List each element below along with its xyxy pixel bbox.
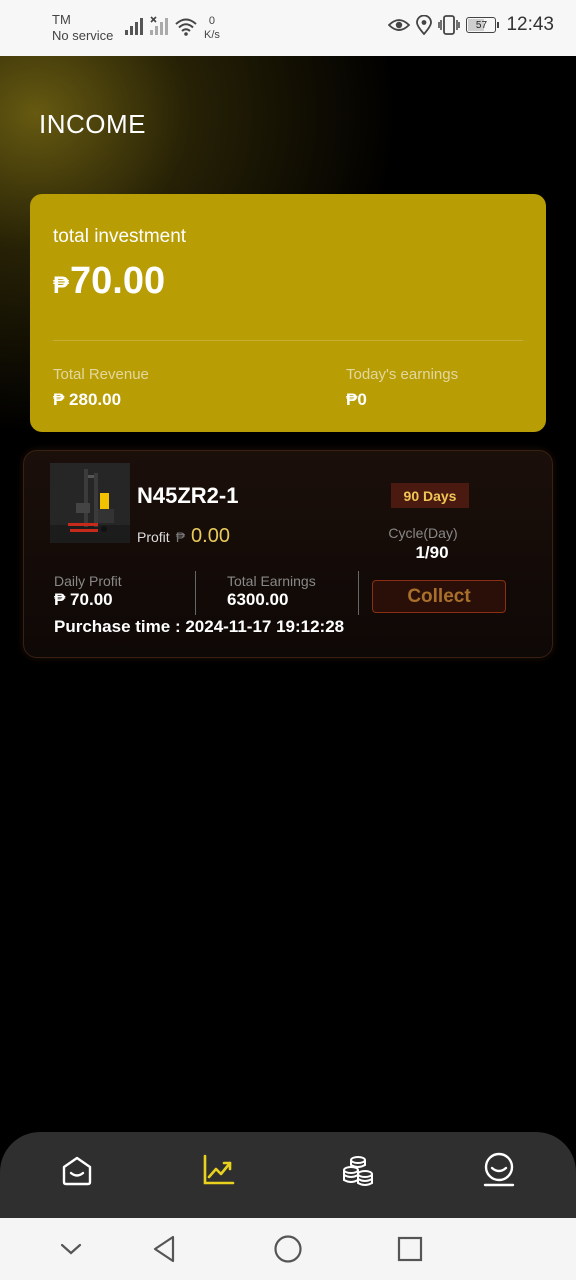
daily-profit-label: Daily Profit [54,573,122,589]
column-divider [358,571,359,615]
product-image [50,463,130,543]
profit-currency: ₱ [175,529,186,545]
battery-level: 57 [475,19,488,31]
profit-value: 0.00 [191,525,230,547]
system-nav-bar [0,1218,576,1280]
total-investment-label: total investment [53,226,187,247]
tab-home[interactable] [57,1150,97,1190]
column-divider [195,571,196,615]
app-screen: INCOME total investment ₱ 70.00 Total Re… [0,56,576,1218]
clock: 12:43 [506,14,554,35]
cycle-label: Cycle(Day) [388,525,458,541]
tab-profile[interactable] [479,1150,519,1190]
back-icon[interactable] [148,1232,182,1266]
signal-icon [125,18,143,35]
location-icon [416,15,433,35]
signal-no-service-icon [150,16,168,35]
todays-earnings-value: ₱0 [346,390,367,409]
coins-icon [343,1156,373,1186]
recents-icon[interactable] [393,1232,427,1266]
duration-badge: 90 Days [391,483,469,508]
wifi-icon [175,18,197,36]
product-name: N45ZR2-1 [137,483,239,508]
net-speed-unit: K/s [204,29,220,41]
purchase-time: Purchase time : 2024-11-17 19:12:28 [54,617,345,636]
carrier-status: No service [52,28,114,43]
cycle-value: 1/90 [415,543,449,562]
daily-profit-value: ₱ 70.00 [54,590,113,609]
product-card: N45ZR2-1 Profit ₱ 0.00 90 Days Cycle(Day… [23,450,553,658]
total-earnings-label: Total Earnings [227,573,316,589]
net-speed-value: 0 [208,15,216,27]
investment-summary-card: total investment ₱ 70.00 Total Revenue ₱… [30,194,546,432]
status-icons: 57 12:43 [388,14,554,36]
chart-icon [203,1154,235,1185]
total-revenue-label: Total Revenue [53,366,149,383]
total-revenue-value: ₱ 280.00 [53,390,122,409]
eye-icon [388,19,411,31]
net-speed: 0 K/s [204,14,220,42]
currency-symbol: ₱ [53,272,70,299]
profit-label: Profit [137,529,170,545]
tab-coins[interactable] [338,1150,378,1190]
status-bar: TM No service 0 K/s 57 12:43 [0,0,576,56]
total-earnings-value: 6300.00 [227,590,289,609]
total-investment-value: 70.00 [70,260,166,302]
total-investment-amount: ₱ 70.00 [53,260,165,303]
carrier-name: TM [52,12,71,27]
collect-button[interactable]: Collect [372,580,506,613]
carrier-info: TM No service [52,12,113,44]
bottom-tab-bar [0,1132,576,1218]
home-nav-icon[interactable] [271,1232,305,1266]
page-title: INCOME [39,109,146,139]
divider [53,340,523,341]
battery-icon: 57 [466,17,500,33]
home-icon [62,1156,92,1186]
chevron-down-icon[interactable] [54,1232,88,1266]
profit-row: Profit ₱ 0.00 [137,525,230,548]
vibrate-icon [438,15,461,35]
profile-icon [483,1152,515,1187]
tab-income[interactable] [198,1150,238,1190]
todays-earnings-label: Today's earnings [346,366,459,383]
